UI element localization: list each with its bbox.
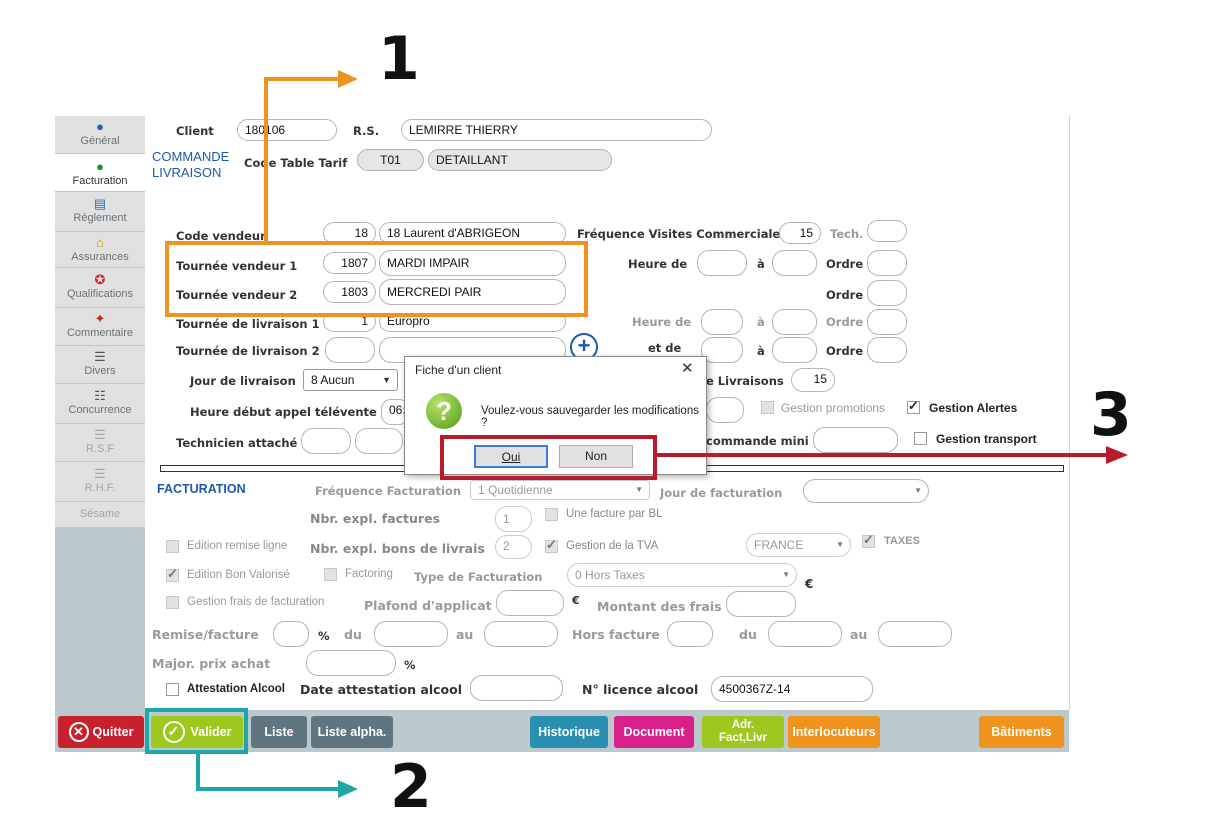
annotation-number-1: 1 <box>378 24 420 94</box>
annotation-arrow-1 <box>264 77 340 243</box>
annotation-arrowhead-2 <box>338 780 358 798</box>
annotation-box-1 <box>165 241 588 317</box>
annotation-arrow-2 <box>196 752 340 791</box>
annotation-overlay <box>145 70 1128 798</box>
annotation-number-2: 2 <box>390 752 432 822</box>
annotation-number-3: 3 <box>1090 380 1132 450</box>
annotation-box-3 <box>440 435 657 480</box>
annotation-arrowhead-1 <box>338 70 358 88</box>
annotation-box-2 <box>145 708 248 754</box>
